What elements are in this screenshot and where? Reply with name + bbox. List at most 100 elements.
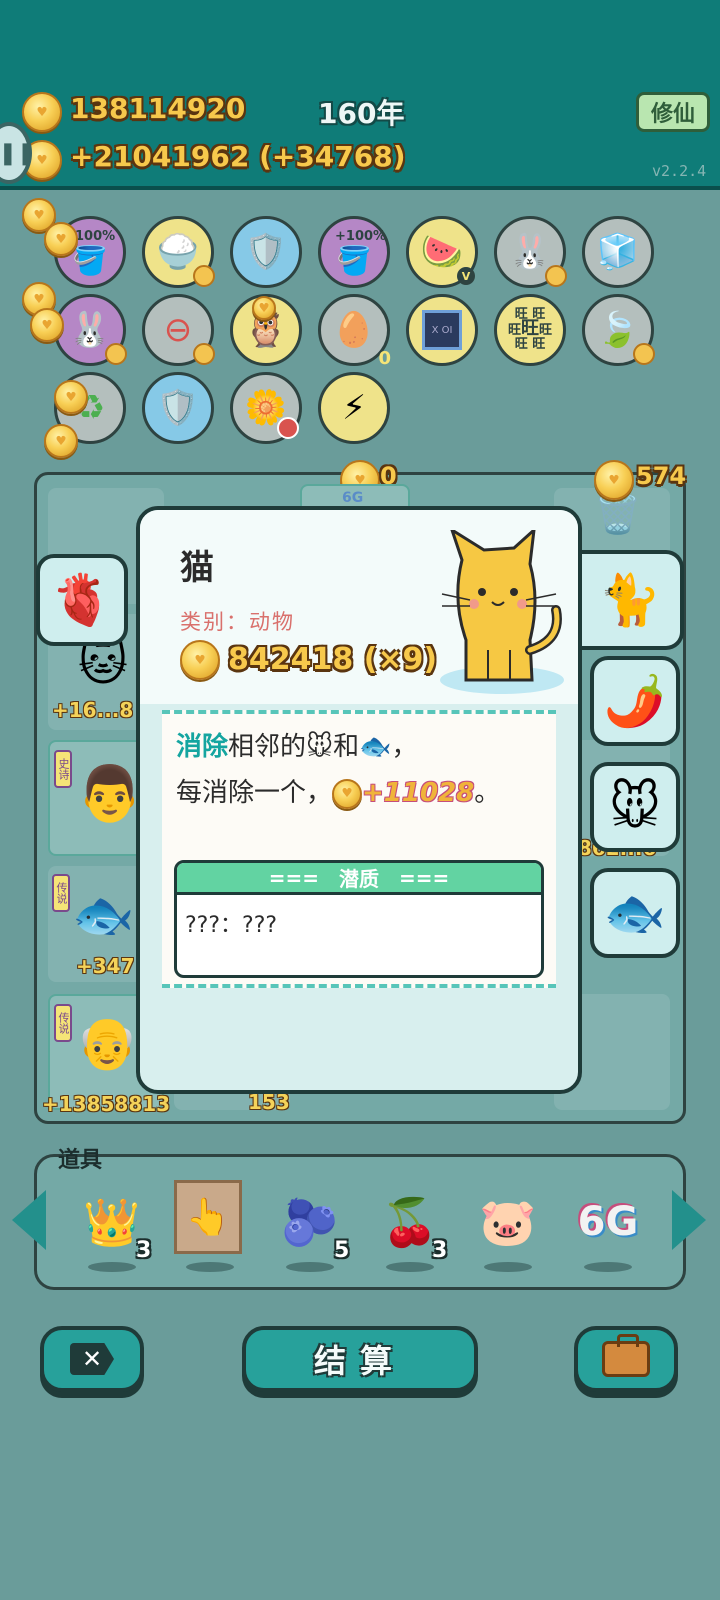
chip-icon: X OI bbox=[422, 310, 462, 350]
close-icon: ✕ bbox=[70, 1343, 114, 1375]
bag-button[interactable] bbox=[574, 1326, 678, 1392]
wrench-shield-icon: 🛡️ bbox=[156, 388, 200, 428]
item-shadow bbox=[584, 1262, 632, 1272]
description-line-1: 消除相邻的🐭和🐟， bbox=[176, 726, 418, 763]
item-6g[interactable]: 6G bbox=[568, 1182, 648, 1262]
pointer-card-icon: 👆 bbox=[185, 1197, 231, 1238]
mouse-inline-icon: 🐭 bbox=[306, 732, 334, 762]
blueberry-icon: 🫐 bbox=[281, 1194, 339, 1249]
coin-badge-icon bbox=[633, 343, 655, 365]
relic-wrench-shield-2[interactable]: 🛡️ bbox=[142, 372, 214, 444]
item-shadow bbox=[88, 1262, 136, 1272]
gain-amount: +11028 bbox=[362, 778, 475, 808]
fish-icon: 🐟 bbox=[603, 883, 667, 942]
cat-icon: 🐈 bbox=[598, 570, 662, 629]
coin-badge-icon bbox=[545, 265, 567, 287]
relic-minus[interactable]: ⊖ bbox=[142, 294, 215, 366]
bucket-icon: 🪣 bbox=[72, 243, 108, 277]
relic-sugar-cubes[interactable]: 🧊 bbox=[582, 216, 654, 288]
mouse-icon: 🐭 bbox=[608, 778, 662, 836]
relic-lightning[interactable]: ⚡ bbox=[318, 372, 390, 444]
relic-bucket-plus[interactable]: +100% 🪣 bbox=[318, 216, 390, 288]
wang-grid-icon: 旺 旺 旺旺旺 旺 旺 bbox=[507, 307, 553, 352]
settle-button[interactable]: 结算 bbox=[242, 1326, 478, 1392]
rabbit-icon: 🐰 bbox=[68, 310, 112, 350]
rarity-tag: 史诗 bbox=[54, 750, 72, 788]
rarity-tag: 传说 bbox=[52, 874, 70, 912]
liver-icon: 🫀 bbox=[50, 570, 114, 629]
crown-fish-icon: 🐟 bbox=[72, 886, 135, 944]
description-text: 。 bbox=[474, 778, 501, 808]
v-badge: V bbox=[457, 267, 475, 285]
item-piggy-bank[interactable]: 🐷 bbox=[468, 1182, 548, 1262]
item-shadow bbox=[484, 1262, 532, 1272]
coin-badge-icon bbox=[105, 343, 127, 365]
coin-badge-icon bbox=[193, 343, 215, 365]
version-label: v2.2.4 bbox=[652, 162, 707, 180]
symbol-name: 猫 bbox=[180, 548, 214, 588]
relic-rabbit-purple[interactable]: 🐰 bbox=[54, 294, 127, 366]
man-face-icon: 👨 bbox=[76, 762, 144, 825]
items-next-arrow[interactable] bbox=[672, 1190, 706, 1250]
bayberry-icon: 🍒 bbox=[381, 1194, 439, 1249]
flying-coin-icon bbox=[252, 296, 276, 320]
description-text: 每消除一个， bbox=[176, 778, 333, 808]
tab-mouse[interactable]: 🐭 bbox=[590, 762, 680, 852]
item-count: 3 bbox=[432, 1238, 448, 1263]
description-text: 和 bbox=[333, 732, 360, 762]
close-button[interactable]: ✕ bbox=[40, 1326, 144, 1392]
items-title: 道具 bbox=[58, 1148, 103, 1173]
description-text: ， bbox=[391, 732, 418, 762]
coin-total: 138114920 bbox=[70, 92, 246, 125]
coin-icon bbox=[180, 640, 220, 680]
liver-tab[interactable]: 🫀 bbox=[36, 554, 128, 646]
tab-fish[interactable]: 🐟 bbox=[590, 868, 680, 958]
egg-tray-count: 0 bbox=[378, 348, 391, 369]
year-counter: 160年 bbox=[318, 97, 405, 130]
tab-cat[interactable]: 🐈 bbox=[580, 550, 684, 650]
relic-percent-label: 100% bbox=[75, 229, 116, 244]
flying-coin-icon bbox=[44, 222, 78, 256]
relic-wang-grid[interactable]: 旺 旺 旺旺旺 旺 旺 bbox=[494, 294, 566, 366]
cell-value-label: +347 bbox=[76, 954, 135, 978]
symbol-category: 类别：动物 bbox=[180, 610, 295, 634]
relic-rice-bowl[interactable]: 🍚 bbox=[142, 216, 215, 288]
piggy-bank-icon: 🐷 bbox=[479, 1194, 537, 1249]
relic-wrench-shield[interactable]: 🛡️ bbox=[230, 216, 302, 288]
potential-title: 潜质 bbox=[339, 867, 379, 891]
potential-deco: === bbox=[399, 865, 450, 890]
relic-chip[interactable]: X OI bbox=[406, 294, 478, 366]
relic-fruit-basket[interactable]: 🍉 V bbox=[406, 216, 478, 288]
coin-badge-icon bbox=[193, 265, 215, 287]
item-pointer-card[interactable]: 👆 bbox=[174, 1180, 242, 1254]
cultivate-button[interactable]: 修仙 bbox=[636, 92, 710, 132]
description-text: 相邻的 bbox=[228, 732, 307, 762]
coin-inline-icon bbox=[332, 778, 363, 809]
item-shadow bbox=[186, 1262, 234, 1272]
flying-coin-icon bbox=[54, 380, 88, 414]
remove-badge-icon bbox=[277, 417, 299, 439]
crown-icon: 👑 bbox=[83, 1194, 141, 1249]
cell-value-label: +16...8 bbox=[52, 698, 134, 722]
coin-income-rate: +21041962 (+34768) bbox=[70, 140, 406, 173]
minus-icon: ⊖ bbox=[163, 310, 193, 350]
popup-header: 猫 类别：动物 842418 (×9) bbox=[140, 510, 578, 704]
bucket-icon: 🪣 bbox=[336, 243, 372, 277]
flying-coin-icon bbox=[30, 308, 64, 342]
item-count: 5 bbox=[334, 1238, 350, 1263]
item-count: 3 bbox=[136, 1238, 152, 1263]
pause-icon: ❚❚ bbox=[0, 140, 36, 166]
relic-egg-tray[interactable]: 🥚 0 bbox=[318, 294, 391, 369]
relic-flower-pot[interactable]: 🌼 bbox=[230, 372, 302, 444]
items-prev-arrow[interactable] bbox=[12, 1190, 46, 1250]
rabbit-icon: 🐰 bbox=[508, 232, 552, 272]
keyword-eliminate: 消除 bbox=[176, 732, 229, 762]
wrench-shield-icon: 🛡️ bbox=[244, 232, 288, 272]
coin-icon bbox=[22, 92, 62, 132]
tab-chili[interactable]: 🌶️ bbox=[590, 656, 680, 746]
elder-face-icon: 👴 bbox=[76, 1014, 139, 1072]
6g-icon: 6G bbox=[577, 1199, 639, 1245]
relic-leaf[interactable]: 🍃 bbox=[582, 294, 655, 366]
symbol-detail-popup: 猫 类别：动物 842418 (×9) bbox=[136, 506, 582, 1094]
relic-rabbit[interactable]: 🐰 bbox=[494, 216, 567, 288]
